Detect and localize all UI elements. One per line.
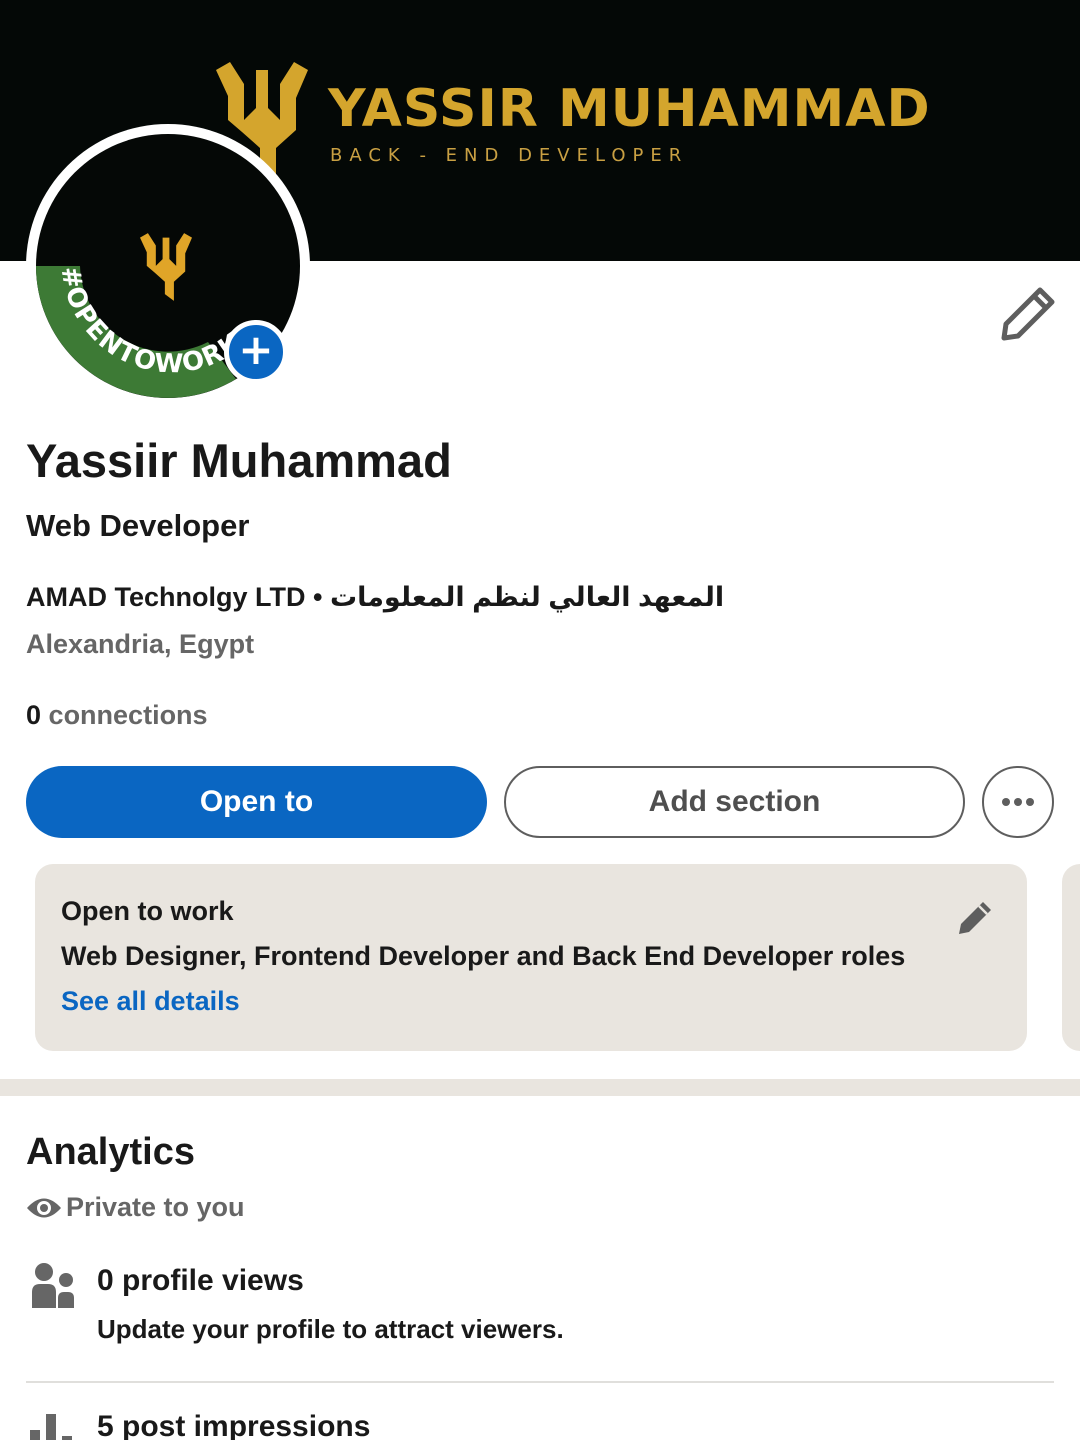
pencil-icon: [1001, 287, 1055, 341]
open-to-button[interactable]: Open to: [26, 766, 487, 838]
bar-chart-icon: [30, 1414, 72, 1440]
next-card-peek[interactable]: [1062, 864, 1080, 1051]
analytics-divider: [26, 1381, 1054, 1383]
open-to-work-frame: #OPENTOWORK: [36, 134, 300, 398]
people-icon: [32, 1263, 74, 1308]
connections-count: 0: [26, 700, 42, 730]
profile-organization[interactable]: AMAD Technolgy LTD • المعهد العالي لنظم …: [26, 582, 724, 613]
analytics-privacy: Private to you: [66, 1192, 245, 1222]
open-to-work-roles: Web Designer, Frontend Developer and Bac…: [61, 941, 906, 971]
edit-profile-button[interactable]: [998, 284, 1058, 344]
connections-label: connections: [48, 700, 208, 730]
avatar-logo-icon: [140, 233, 192, 301]
profile-page: YASSIR MUHAMMAD BACK - END DEVELOPER #OP…: [0, 0, 1080, 1440]
profile-views-hint: Update your profile to attract viewers.: [97, 1314, 564, 1344]
profile-location: Alexandria, Egypt: [26, 629, 255, 659]
profile-views-link[interactable]: 0 profile views: [97, 1264, 304, 1298]
add-photo-button[interactable]: +: [224, 320, 288, 384]
post-impressions-link[interactable]: 5 post impressions: [97, 1410, 370, 1440]
banner-tagline: BACK - END DEVELOPER: [330, 145, 689, 166]
section-divider: [0, 1079, 1080, 1096]
more-horizontal-icon: [1002, 798, 1034, 806]
open-to-work-title: Open to work: [61, 896, 234, 926]
plus-icon: +: [238, 325, 274, 374]
open-to-work-card[interactable]: Open to work Web Designer, Frontend Deve…: [35, 864, 1027, 1051]
see-all-details-link[interactable]: See all details: [61, 986, 240, 1017]
profile-name: Yassiir Muhammad: [26, 434, 452, 487]
connections-link[interactable]: 0 connections: [26, 700, 208, 731]
edit-pencil-icon[interactable]: [955, 898, 995, 938]
profile-headline: Web Developer: [26, 508, 250, 543]
eye-icon: [27, 1198, 61, 1218]
banner-name: YASSIR MUHAMMAD: [328, 79, 931, 139]
add-section-button[interactable]: Add section: [504, 766, 965, 838]
analytics-title: Analytics: [26, 1131, 195, 1173]
more-options-button[interactable]: [982, 766, 1054, 838]
